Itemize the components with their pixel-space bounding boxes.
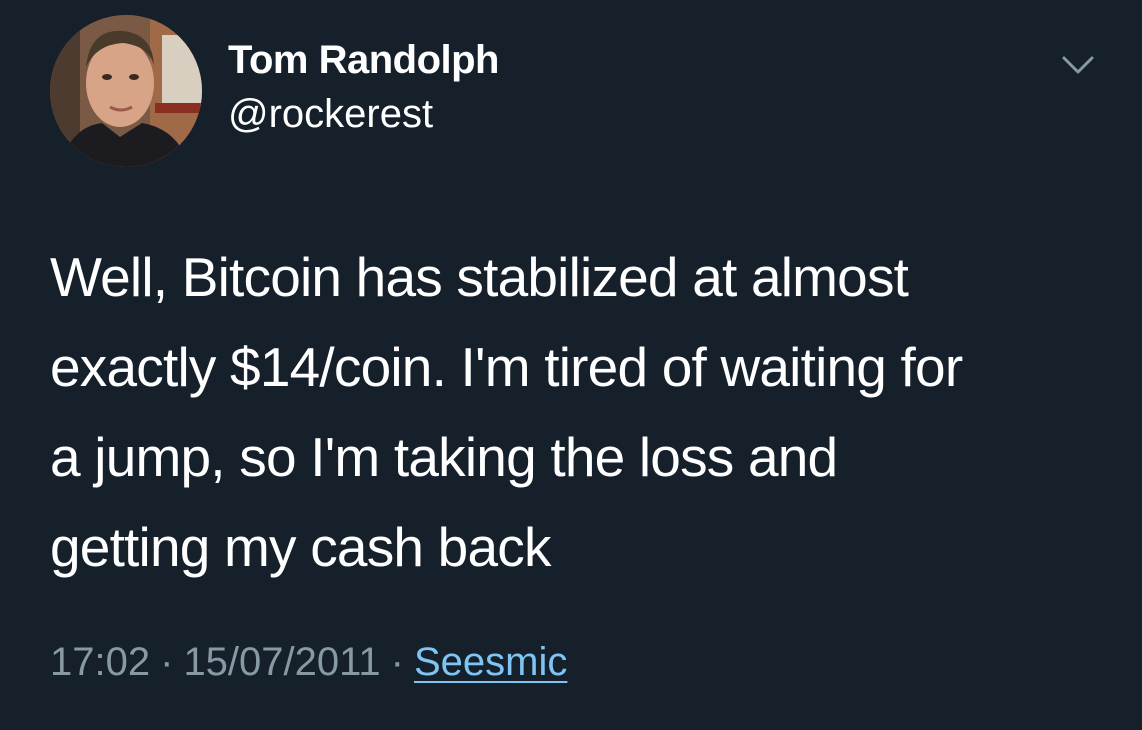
author-handle[interactable]: @rockerest: [228, 92, 433, 137]
avatar-photo: [50, 15, 202, 167]
tweet-meta: 17:02 · 15/07/2011 · Seesmic: [50, 640, 567, 685]
chevron-down-icon[interactable]: [1058, 50, 1098, 80]
tweet-date[interactable]: 15/07/2011: [183, 640, 380, 684]
avatar[interactable]: [50, 15, 202, 167]
meta-separator: ·: [160, 640, 174, 684]
author-display-name[interactable]: Tom Randolph: [228, 38, 500, 83]
tweet-source-link[interactable]: Seesmic: [414, 640, 567, 684]
tweet-text: Well, Bitcoin has stabilized at almost e…: [50, 246, 963, 578]
meta-separator: ·: [390, 640, 404, 684]
tweet-time[interactable]: 17:02: [50, 640, 150, 684]
tweet-card: Tom Randolph @rockerest Well, Bitcoin ha…: [0, 0, 1142, 730]
